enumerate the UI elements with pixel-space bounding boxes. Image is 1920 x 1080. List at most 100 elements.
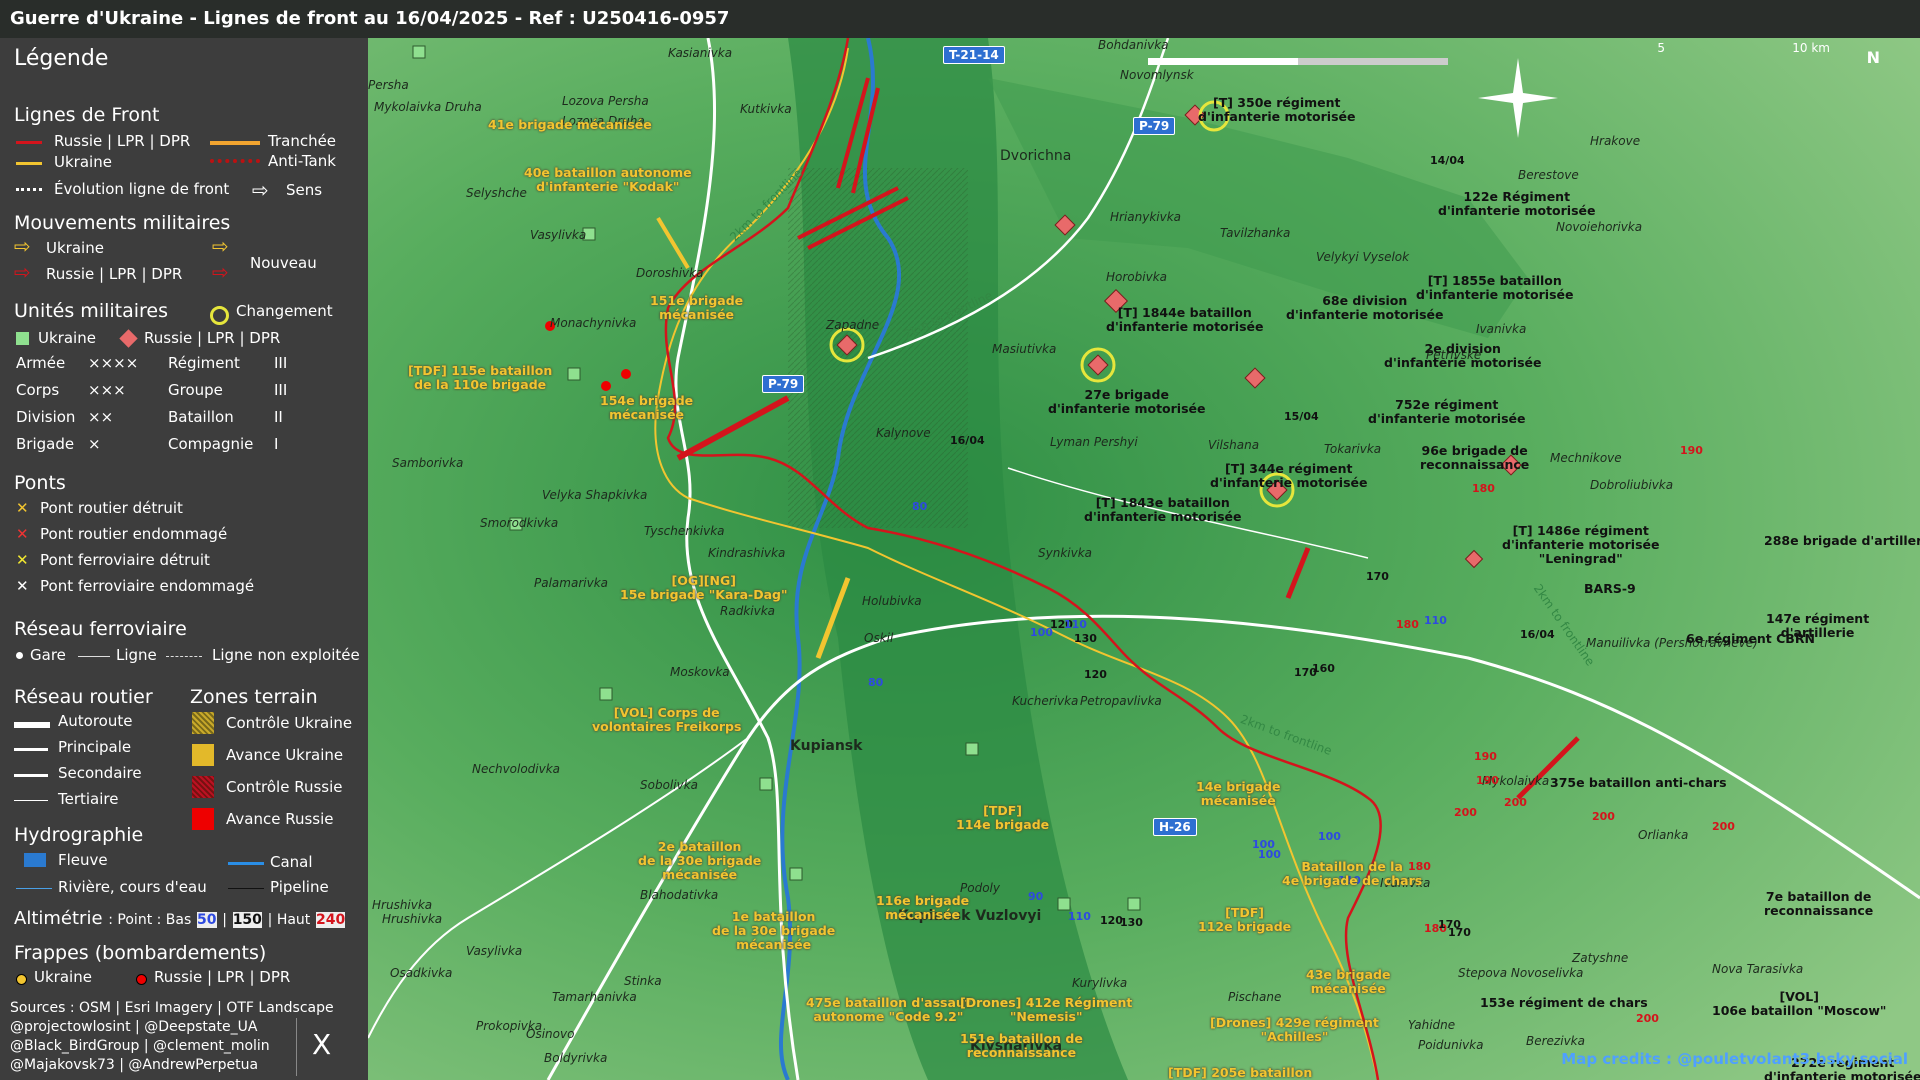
elevation-point: 200 — [1712, 820, 1735, 833]
road-badge: T-21-14 — [943, 46, 1005, 64]
place-label: Novoiehorivka — [1556, 220, 1643, 234]
elevation-point: 200 — [1454, 806, 1477, 819]
place-label: Monachynivka — [550, 316, 637, 330]
ukraine-unit-label: [OG][NG] 15e brigade "Kara-Dag" — [620, 573, 788, 602]
zone-swatch — [192, 808, 214, 830]
place-label: Tavilzhanka — [1220, 226, 1291, 240]
legend-mov-ukraine: Ukraine — [46, 239, 104, 257]
place-label: Nova Tarasivka — [1712, 962, 1804, 976]
elevation-point: 130 — [1120, 916, 1143, 929]
russia-unit-label: 375e bataillon anti-chars — [1550, 775, 1727, 790]
ukraine-unit-label: [Drones] 412e Régiment "Nemesis" — [960, 995, 1133, 1024]
place-label: Hrakove — [1590, 134, 1641, 148]
legend-line-tranchee: Tranchée — [268, 132, 337, 150]
elevation-point: 100 — [1030, 626, 1053, 639]
legend-mouvements-title: Mouvements militaires — [14, 212, 231, 234]
legend-line-russie: Russie | LPR | DPR — [54, 132, 191, 150]
place-label: Osinovo — [526, 1027, 575, 1041]
bridge-icon: ✕ — [16, 499, 29, 517]
ukraine-unit-label: 14e brigade mécanisée — [1196, 779, 1281, 808]
russia-unit-label: 27e brigade d'infanterie motorisée — [1048, 387, 1206, 416]
legend-alti: Altimétrie : Point : Bas 50 | 150 | Haut… — [14, 908, 346, 929]
place-label: Radkivka — [720, 604, 775, 618]
elevation-point: 80 — [912, 500, 928, 513]
map-credit[interactable]: Map credits : @pouletvolant3.bsky.social — [1561, 1050, 1908, 1068]
legend-line-antitank: Anti-Tank — [268, 152, 336, 170]
elevation-point: 190 — [1474, 750, 1497, 763]
place-label: Boldyrivka — [544, 1051, 608, 1065]
legend-ferro-non: Ligne non exploitée — [212, 646, 360, 664]
zone-swatch — [192, 776, 214, 798]
new-russia-arrow-icon: ⇨ — [212, 260, 229, 284]
road-label: Tertiaire — [58, 790, 119, 808]
place-label: Vilshana — [1208, 438, 1260, 452]
legend-unit-russie: Russie | LPR | DPR — [144, 329, 281, 347]
north-label: N — [1866, 48, 1880, 67]
legend-routier-title: Réseau routier — [14, 686, 153, 708]
road-swatch — [14, 748, 48, 751]
elevation-point: 170 — [1366, 570, 1389, 583]
date-label: 16/04 — [950, 434, 985, 447]
map-canvas[interactable] — [368, 38, 1920, 1080]
place-label: Horobivka — [1106, 270, 1167, 284]
place-label: Kindrashivka — [708, 546, 786, 560]
map-area[interactable]: 5 10 km N T-21-14 P-79 P-79 H-26 Kupians… — [368, 38, 1920, 1080]
ukraine-unit-label: [VOL] Corps de volontaires Freikorps — [592, 705, 742, 734]
russia-unit-label: [T] 1486e régiment d'infanterie motorisé… — [1502, 523, 1660, 566]
legend-ponts-title: Ponts — [14, 472, 66, 494]
legend-line-ukraine: Ukraine — [54, 153, 112, 171]
russia-unit-label: [T] 1843e bataillon d'infanterie motoris… — [1084, 495, 1242, 524]
rank-label: Compagnie — [168, 435, 254, 453]
rank-symbol: ×××× — [88, 354, 139, 372]
place-label: Hrushivka — [382, 912, 443, 926]
rank-label: Bataillon — [168, 408, 234, 426]
rank-label: Régiment — [168, 354, 240, 372]
rank-symbol: III — [274, 381, 288, 399]
ukraine-arrow-icon: ⇨ — [14, 234, 31, 258]
legend-unites-title: Unités militaires — [14, 300, 169, 322]
legend-ferro-gare: Gare — [30, 646, 66, 664]
new-ukraine-arrow-icon: ⇨ — [212, 234, 229, 258]
elevation-point: 100 — [1318, 830, 1341, 843]
rank-label: Groupe — [168, 381, 223, 399]
place-label: Petropavlivka — [1080, 694, 1162, 708]
bridge-icon: ✕ — [16, 525, 29, 543]
place-label: Berezivka — [1526, 1034, 1585, 1048]
bridge-label: Pont ferroviaire endommagé — [40, 577, 255, 595]
russia-unit-label: [VOL] 106e bataillon "Moscow" — [1712, 989, 1887, 1018]
place-label: Selyshche — [466, 186, 527, 200]
place-label: Lozova Persha — [562, 94, 649, 108]
place-label: Zapadne — [826, 318, 880, 332]
place-label: Kucherivka — [1012, 694, 1079, 708]
place-label: Hrushivka — [372, 898, 433, 912]
bridge-icon: ✕ — [16, 577, 29, 595]
legend-unit-changement: Changement — [236, 302, 333, 320]
ukraine-unit-label: 116e brigade mécanisée — [876, 893, 970, 922]
rank-label: Corps — [16, 381, 60, 399]
place-label: Mechnikove — [1550, 451, 1622, 465]
legend-frappes-title: Frappes (bombardements) — [14, 942, 267, 964]
place-label: Sobolivka — [640, 778, 698, 792]
legend-zones-title: Zones terrain — [190, 686, 318, 708]
place-label: Kurylivka — [1072, 976, 1128, 990]
russia-unit-label: [T] 1855e bataillon d'infanterie motoris… — [1416, 273, 1574, 302]
place-label: Oskil — [864, 631, 894, 645]
road-badge: H-26 — [1153, 818, 1197, 836]
place-label: Orlianka — [1638, 828, 1689, 842]
elevation-point: 100 — [1258, 848, 1281, 861]
x-social-icon[interactable]: X — [312, 1028, 331, 1061]
rank-symbol: I — [274, 435, 279, 453]
zone-swatch — [192, 744, 214, 766]
place-label: Zatyshne — [1572, 951, 1629, 965]
place-label: Masiutivka — [992, 342, 1057, 356]
russia-unit-label: 7e bataillon de reconnaissance — [1764, 889, 1874, 918]
rank-symbol: × — [88, 435, 101, 453]
place-label: Bohdanivka — [1098, 38, 1169, 52]
legend-heading: Légende — [14, 46, 109, 71]
elevation-point: 130 — [1074, 632, 1097, 645]
elevation-point: 190 — [1680, 444, 1703, 457]
ukraine-unit-label: 151e bataillon de reconnaissance — [960, 1031, 1083, 1060]
ukraine-unit-label: Bataillon de la 4e brigade de chars — [1282, 859, 1423, 888]
rank-label: Division — [16, 408, 76, 426]
road-label: Autoroute — [58, 712, 133, 730]
